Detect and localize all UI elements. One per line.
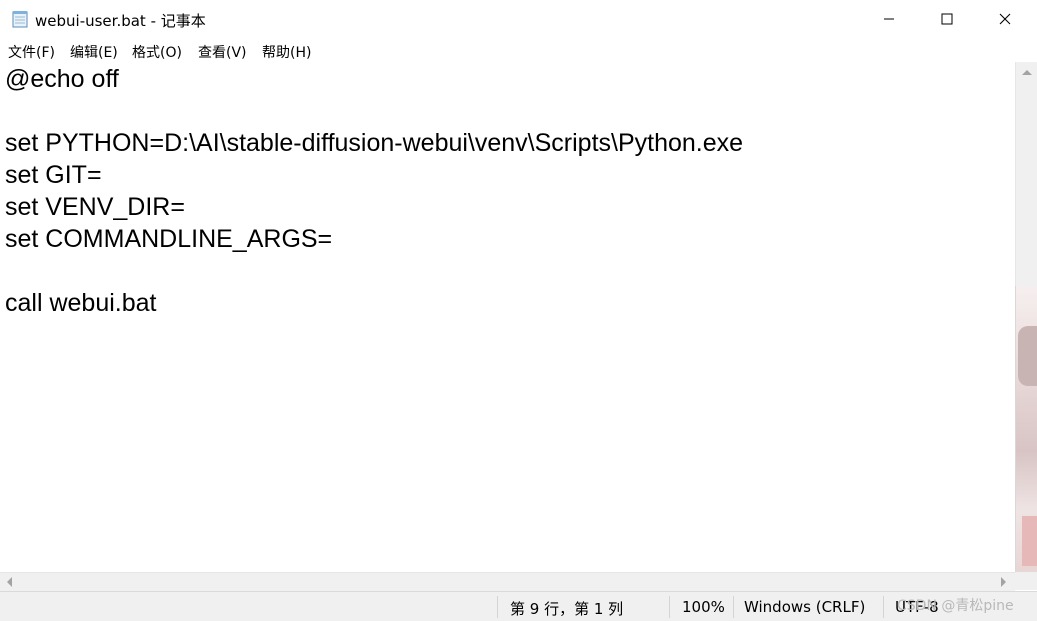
status-divider xyxy=(883,596,884,618)
cursor-position: 第 9 行，第 1 列 xyxy=(510,600,624,618)
maximize-button[interactable] xyxy=(918,0,976,38)
menu-view[interactable]: 查看(V) xyxy=(198,42,247,62)
minimize-icon xyxy=(884,18,894,20)
title-bar[interactable]: webui-user.bat - 记事本 xyxy=(0,0,1037,38)
notepad-icon xyxy=(12,11,28,28)
background-window xyxy=(1015,286,1037,586)
maximize-icon xyxy=(941,13,953,25)
close-icon xyxy=(999,13,1011,25)
watermark: CSDN @青松pine xyxy=(897,598,1014,614)
editor-line: @echo off xyxy=(5,65,119,93)
window-title: webui-user.bat - 记事本 xyxy=(35,12,206,30)
scrollbar-corner xyxy=(1015,572,1037,590)
zoom-level: 100% xyxy=(682,598,725,616)
background-image-fragment xyxy=(1022,516,1037,566)
notepad-window: webui-user.bat - 记事本 文件(F) 编辑(E) 格式(O) 查… xyxy=(0,0,1037,621)
scroll-right-icon[interactable] xyxy=(1001,577,1006,587)
close-button[interactable] xyxy=(976,0,1034,38)
scroll-up-icon[interactable] xyxy=(1022,70,1032,75)
menu-help[interactable]: 帮助(H) xyxy=(262,42,311,62)
editor-line: set GIT= xyxy=(5,161,102,189)
line-ending: Windows (CRLF) xyxy=(744,598,866,616)
editor-line: set VENV_DIR= xyxy=(5,193,185,221)
menu-file[interactable]: 文件(F) xyxy=(8,42,55,62)
menu-bar: 文件(F) 编辑(E) 格式(O) 查看(V) 帮助(H) xyxy=(0,38,1037,62)
scroll-left-icon[interactable] xyxy=(7,577,12,587)
horizontal-scrollbar[interactable] xyxy=(0,572,1015,591)
menu-format[interactable]: 格式(O) xyxy=(132,42,182,62)
editor-line: call webui.bat xyxy=(5,289,157,317)
status-divider xyxy=(497,596,498,618)
editor-line: set COMMANDLINE_ARGS= xyxy=(5,225,333,253)
background-image-fragment xyxy=(1018,326,1037,386)
status-divider xyxy=(733,596,734,618)
editor-line: set PYTHON=D:\AI\stable-diffusion-webui\… xyxy=(5,129,744,157)
menu-edit[interactable]: 编辑(E) xyxy=(70,42,118,62)
status-divider xyxy=(669,596,670,618)
minimize-button[interactable] xyxy=(860,0,918,38)
status-bar: 第 9 行，第 1 列 100% Windows (CRLF) UTF-8 xyxy=(0,591,1037,621)
text-editor[interactable]: @echo off set PYTHON=D:\AI\stable-diffus… xyxy=(0,62,1015,572)
